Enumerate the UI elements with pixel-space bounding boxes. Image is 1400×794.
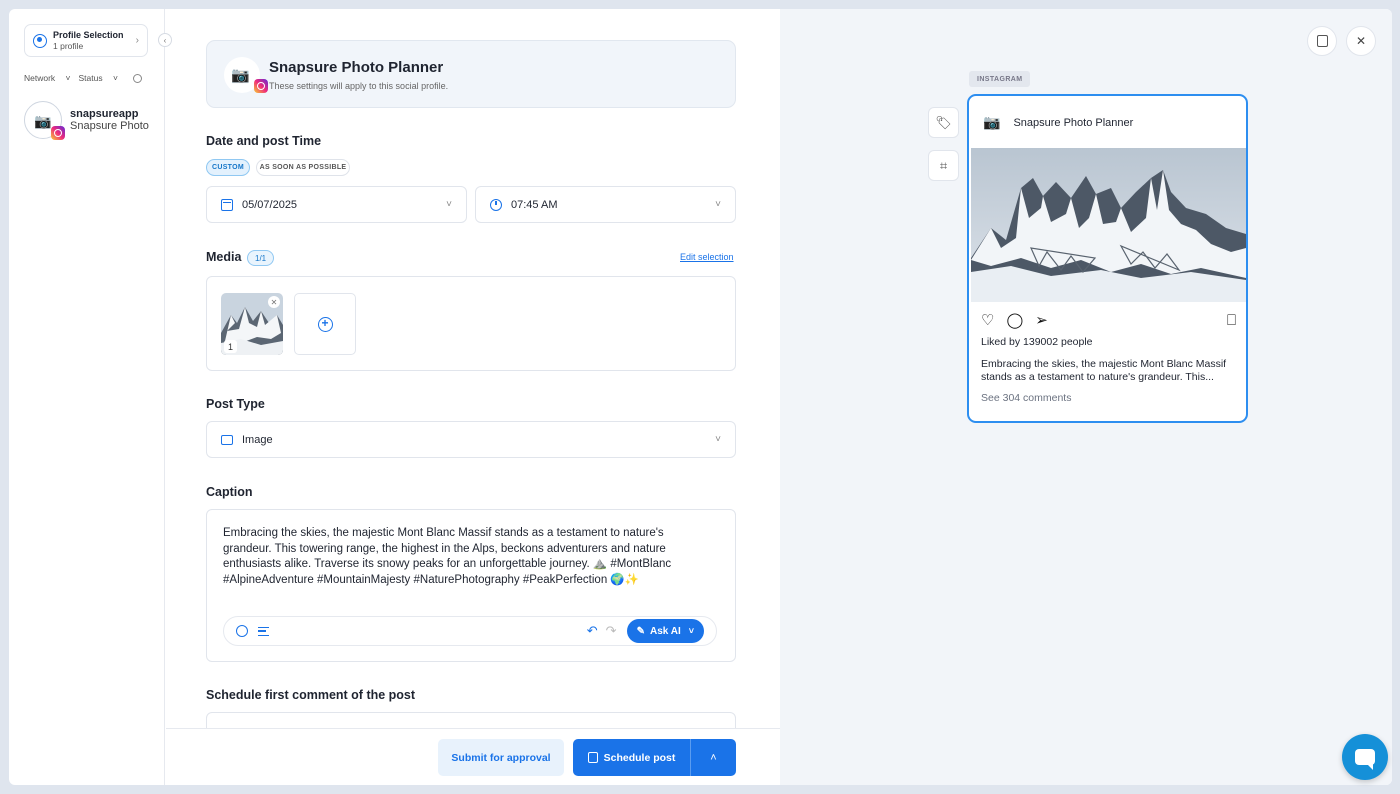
post-header: 📷 Snapsure Photo Planner bbox=[983, 114, 1133, 131]
app-window: Profile Selection 1 profile › Network ˅ … bbox=[9, 9, 1392, 785]
media-count-badge: 1/1 bbox=[247, 250, 275, 266]
profile-title: Snapsure Photo Planner bbox=[269, 59, 444, 76]
notes-icon bbox=[1316, 35, 1328, 47]
chevron-up-icon: ˄ bbox=[710, 751, 717, 764]
profile-subtitle: These settings will apply to this social… bbox=[269, 81, 449, 91]
chat-icon bbox=[1355, 749, 1375, 770]
profile-sidebar: Profile Selection 1 profile › Network ˅ … bbox=[9, 9, 165, 785]
text-format-icon[interactable] bbox=[258, 626, 269, 636]
media-index: 1 bbox=[224, 340, 237, 353]
date-value: 05/07/2025 bbox=[242, 198, 298, 211]
chevron-down-icon: ˅ bbox=[715, 434, 721, 445]
emoji-icon[interactable] bbox=[236, 625, 248, 637]
post-profile-name: Snapsure Photo Planner bbox=[1013, 116, 1134, 129]
profile-header-card: 📷 Snapsure Photo Planner These settings … bbox=[206, 40, 736, 108]
network-filter-label: Network bbox=[24, 73, 56, 83]
media-label: Media bbox=[206, 250, 242, 264]
crop-icon: ⌗ bbox=[939, 157, 948, 173]
profile-selection-title: Profile Selection bbox=[53, 30, 124, 40]
network-tag: INSTAGRAM bbox=[969, 71, 1031, 87]
date-time-label: Date and post Time bbox=[206, 134, 322, 148]
chevron-right-icon: › bbox=[135, 35, 139, 46]
schedule-post-button-group: Schedule post ˄ bbox=[573, 739, 736, 776]
image-icon bbox=[221, 434, 233, 445]
redo-icon[interactable]: ↷ bbox=[606, 623, 617, 639]
network-filter[interactable]: Network ˅ bbox=[24, 73, 71, 83]
instagram-icon bbox=[254, 79, 268, 93]
crop-button[interactable]: ⌗ bbox=[928, 150, 959, 181]
post-actions: ♡ ◯ ➢ ⎕ bbox=[981, 311, 1236, 330]
time-value: 07:45 AM bbox=[511, 198, 558, 211]
ask-ai-label: Ask AI bbox=[649, 625, 681, 637]
caption-toolbar: ↶ ↷ ✎ Ask AI ˅ bbox=[223, 616, 717, 646]
status-filter-label: Status bbox=[78, 73, 103, 83]
date-picker[interactable]: 05/07/2025 ˅ bbox=[206, 186, 467, 223]
profile-selection-button[interactable]: Profile Selection 1 profile › bbox=[24, 24, 148, 57]
heart-icon[interactable]: ♡ bbox=[981, 311, 994, 329]
media-thumbnail[interactable]: ✕ 1 bbox=[221, 293, 283, 355]
undo-icon[interactable]: ↶ bbox=[587, 623, 598, 639]
custom-chip[interactable]: CUSTOM bbox=[206, 159, 250, 176]
schedule-post-label: Schedule post bbox=[603, 751, 676, 764]
clock-icon bbox=[490, 198, 502, 211]
collapse-sidebar-button[interactable]: ‹ bbox=[158, 33, 172, 47]
post-type-label: Post Type bbox=[206, 397, 265, 411]
close-button[interactable]: ✕ bbox=[1346, 26, 1376, 56]
post-type-value: Image bbox=[242, 433, 273, 446]
schedule-post-button[interactable]: Schedule post bbox=[573, 739, 691, 776]
plus-circle-icon: + bbox=[317, 316, 333, 332]
ask-ai-button[interactable]: ✎ Ask AI ˅ bbox=[626, 619, 704, 643]
account-list-item[interactable]: 📷 snapsureapp Snapsure Photo Planner bbox=[24, 101, 150, 140]
tag-icon: 🏷 bbox=[935, 114, 952, 130]
calendar-icon bbox=[221, 198, 233, 211]
submit-for-approval-button[interactable]: Submit for approval bbox=[438, 739, 564, 776]
account-handle: snapsureapp bbox=[70, 108, 139, 120]
camera-logo-icon: 📷 bbox=[34, 113, 52, 129]
magic-pen-icon: ✎ bbox=[636, 625, 645, 637]
bookmark-icon[interactable]: ⎕ bbox=[1227, 312, 1236, 329]
send-icon[interactable]: ➢ bbox=[1035, 311, 1048, 329]
close-icon: ✕ bbox=[1355, 34, 1367, 48]
calendar-check-icon bbox=[587, 752, 598, 763]
add-media-button[interactable]: + bbox=[294, 293, 356, 355]
sidebar-filters: Network ˅ Status ˅ bbox=[24, 73, 150, 83]
see-comments-link[interactable]: See 304 comments bbox=[981, 392, 1071, 404]
caption-label: Caption bbox=[206, 485, 253, 499]
chevron-down-icon: ˅ bbox=[715, 199, 721, 210]
media-container: ✕ 1 + bbox=[206, 276, 736, 371]
schedule-options-button[interactable]: ˄ bbox=[691, 752, 736, 764]
tag-button[interactable]: 🏷 bbox=[928, 107, 959, 138]
post-editor: 📷 Snapsure Photo Planner These settings … bbox=[166, 9, 780, 785]
chevron-down-icon: ˅ bbox=[446, 199, 452, 210]
instagram-post-preview: 📷 Snapsure Photo Planner ♡ ◯ ➢ ⎕ Liked b… bbox=[967, 94, 1248, 423]
camera-logo-icon: 📷 bbox=[983, 114, 1001, 130]
comment-icon[interactable]: ◯ bbox=[1006, 311, 1023, 329]
caption-textarea[interactable]: Embracing the skies, the majestic Mont B… bbox=[223, 526, 713, 589]
first-comment-label: Schedule first comment of the post bbox=[206, 688, 416, 702]
user-circle-icon bbox=[33, 33, 47, 48]
likes-count: Liked by 139002 people bbox=[981, 336, 1093, 348]
profile-selection-count: 1 profile bbox=[53, 41, 84, 51]
remove-media-icon[interactable]: ✕ bbox=[268, 296, 280, 308]
support-chat-button[interactable] bbox=[1342, 734, 1388, 780]
post-image bbox=[971, 148, 1246, 302]
asap-chip[interactable]: AS SOON AS POSSIBLE bbox=[256, 159, 350, 176]
edit-selection-link[interactable]: Edit selection bbox=[680, 252, 734, 262]
notes-button[interactable] bbox=[1307, 26, 1337, 56]
post-caption-preview: Embracing the skies, the majestic Mont B… bbox=[981, 358, 1227, 383]
profile-logo: 📷 bbox=[224, 57, 268, 93]
caption-editor: Embracing the skies, the majestic Mont B… bbox=[206, 509, 736, 662]
action-footer: Submit for approval Schedule post ˄ bbox=[166, 728, 780, 785]
search-icon[interactable] bbox=[133, 73, 142, 83]
camera-logo-icon: 📷 bbox=[231, 67, 250, 84]
status-filter[interactable]: Status ˅ bbox=[79, 73, 118, 83]
instagram-icon bbox=[51, 126, 65, 140]
post-type-select[interactable]: Image ˅ bbox=[206, 421, 736, 458]
chevron-down-icon: ˅ bbox=[688, 626, 694, 636]
avatar: 📷 bbox=[24, 101, 65, 140]
time-picker[interactable]: 07:45 AM ˅ bbox=[475, 186, 736, 223]
preview-panel: ✕ 🏷 ⌗ INSTAGRAM 📷 Snapsure Photo Planner bbox=[780, 9, 1392, 785]
account-name: Snapsure Photo Planner bbox=[70, 120, 150, 132]
